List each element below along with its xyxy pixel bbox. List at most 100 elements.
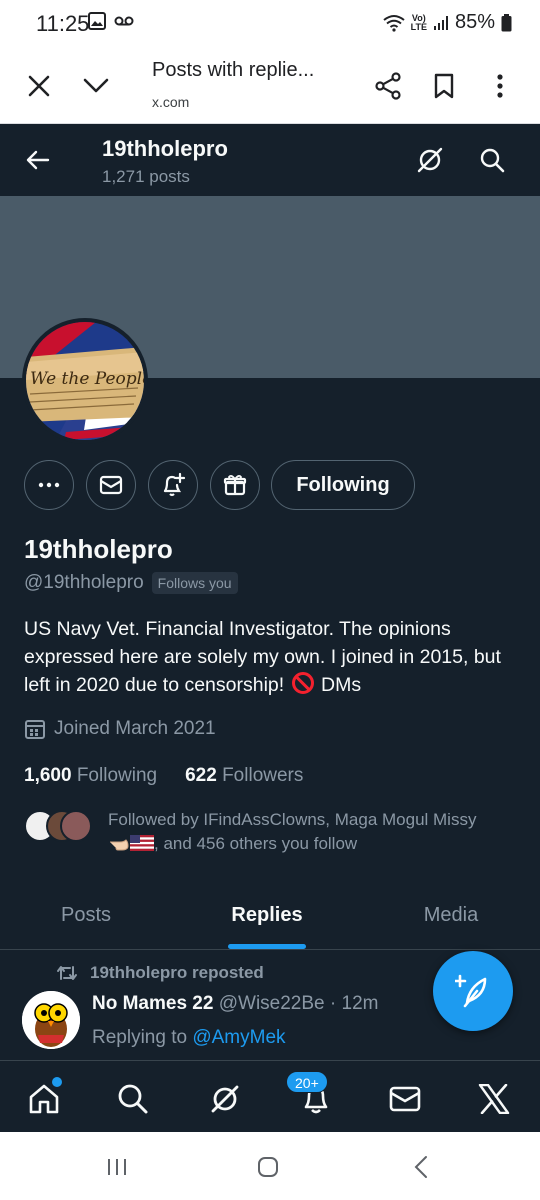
tweet-author-handle[interactable]: @Wise22Be (219, 993, 325, 1014)
bio-text: US Navy Vet. Financial Investigator. The… (24, 618, 501, 696)
followed-by[interactable]: Followed by IFindAssClowns, Maga Mogul M… (24, 808, 524, 858)
arrow-left-icon (26, 150, 50, 170)
bookmark-icon (434, 73, 454, 99)
more-button[interactable] (24, 460, 74, 510)
follows-you-badge: Follows you (151, 572, 238, 594)
nav-grok[interactable] (203, 1077, 247, 1121)
repost-line: 19thholepro reposted (56, 963, 264, 983)
chevron-left-icon (414, 1156, 427, 1178)
gift-button[interactable] (210, 460, 260, 510)
gallery-icon (88, 12, 106, 30)
battery-percent: 85% (454, 11, 495, 33)
android-nav-bar (0, 1132, 540, 1200)
notifications-badge: 20+ (286, 1071, 328, 1093)
minimize-tab-button[interactable] (76, 66, 116, 106)
back-nav-button[interactable] (406, 1152, 436, 1182)
followers-count: 622 (185, 765, 217, 786)
notify-button[interactable] (148, 460, 198, 510)
profile-actions: Following (0, 460, 540, 512)
followers-stat[interactable]: 622 Followers (185, 765, 303, 787)
followed-by-line2-row: , and 456 others you follow (108, 832, 518, 856)
replying-to-link[interactable]: @AmyMek (192, 1027, 285, 1048)
joined-date: Joined March 2021 (54, 718, 216, 739)
nav-x[interactable] (472, 1077, 516, 1121)
feather-plus-icon (455, 974, 487, 1008)
profile-bio: US Navy Vet. Financial Investigator. The… (24, 615, 524, 699)
share-button[interactable] (368, 66, 408, 106)
bottom-nav: 20+ (0, 1060, 540, 1132)
home-button[interactable] (253, 1152, 283, 1182)
following-button[interactable]: Following (271, 460, 415, 510)
tweet-author-avatar[interactable] (22, 991, 80, 1049)
chevron-down-icon (83, 78, 109, 93)
following-stat[interactable]: 1,600 Following (24, 765, 157, 787)
nav-messages[interactable] (383, 1077, 427, 1121)
wifi-icon (383, 14, 405, 32)
profile-tabs: Posts Replies Media (0, 880, 540, 950)
back-button[interactable] (20, 142, 56, 178)
joined-date-row: Joined March 2021 (24, 718, 216, 740)
prohibited-icon (291, 672, 314, 694)
profile-avatar[interactable]: We the People (22, 318, 148, 444)
following-label: Following (76, 765, 158, 786)
handle-row: @19thholepro Follows you (24, 572, 238, 594)
tab-replies[interactable]: Replies (212, 880, 322, 950)
browser-page-title: Posts with replie... (152, 59, 315, 81)
bio-suffix: DMs (321, 674, 362, 696)
more-vertical-icon (497, 74, 503, 98)
repost-icon (57, 966, 77, 980)
browser-url: x.com (152, 94, 190, 110)
share-icon (375, 72, 401, 100)
us-flag-emoji-icon (130, 835, 154, 851)
following-count: 1,600 (24, 765, 72, 786)
message-button[interactable] (86, 460, 136, 510)
grok-button[interactable] (412, 142, 448, 178)
tweet-header: No Mames 22 @Wise22Be · 12m (92, 993, 378, 1015)
search-button[interactable] (474, 142, 510, 178)
status-bar: 11:25 Vo) LTE 85% (0, 0, 540, 46)
close-tab-button[interactable] (19, 66, 59, 106)
nav-home[interactable] (22, 1077, 66, 1121)
avatar-image: We the People (26, 322, 144, 440)
header-posts-count: 1,271 posts (102, 167, 190, 186)
home-new-dot (52, 1077, 62, 1087)
x-logo-icon (478, 1084, 510, 1114)
grok-icon (211, 1085, 239, 1113)
calendar-icon (25, 720, 45, 739)
recents-icon (108, 1159, 126, 1175)
replying-prefix: Replying to (92, 1027, 188, 1048)
tab-posts[interactable]: Posts (30, 880, 142, 950)
envelope-icon (99, 475, 123, 495)
replying-to: Replying to @AmyMek (92, 1027, 286, 1049)
status-notification-icons (88, 12, 134, 30)
status-time: 11:25 (36, 11, 90, 36)
signal-icon (433, 15, 448, 30)
voicemail-icon (114, 16, 134, 26)
followed-by-text: Followed by IFindAssClowns, Maga Mogul M… (108, 808, 518, 856)
followed-by-avatars (24, 810, 94, 844)
gift-icon (223, 474, 247, 496)
tweet-separator: · (329, 993, 337, 1014)
home-icon (29, 1084, 59, 1114)
followers-label: Followers (222, 765, 304, 786)
tab-media[interactable]: Media (396, 880, 506, 950)
followed-by-line2: , and 456 others you follow (154, 834, 358, 853)
compose-post-button[interactable] (433, 951, 513, 1031)
search-icon (480, 148, 505, 173)
bell-plus-icon (163, 472, 186, 497)
repost-label: 19thholepro reposted (90, 963, 264, 982)
more-horizontal-icon (38, 482, 60, 488)
avatar-caption: We the People (30, 369, 144, 389)
follow-stats: 1,600 Following 622 Followers (24, 765, 303, 787)
tweet-author-name[interactable]: No Mames 22 (92, 993, 213, 1014)
profile-display-name: 19thholepro (24, 534, 173, 564)
more-options-button[interactable] (480, 66, 520, 106)
bookmark-button[interactable] (424, 66, 464, 106)
active-tab-indicator (228, 944, 306, 949)
nav-search[interactable] (111, 1077, 155, 1121)
point-left-emoji-icon (110, 839, 129, 851)
close-icon (28, 75, 50, 97)
profile-handle: @19thholepro (24, 572, 144, 593)
recent-apps-button[interactable] (102, 1152, 132, 1182)
profile-header: 19thholepro 1,271 posts (0, 124, 540, 196)
